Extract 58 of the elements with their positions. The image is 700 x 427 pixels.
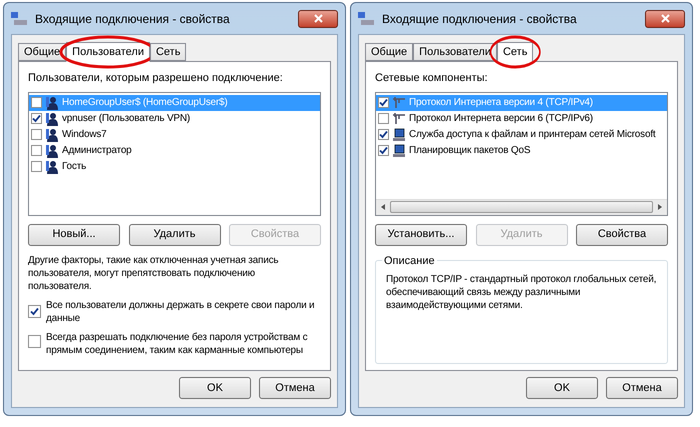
checkbox[interactable]	[378, 113, 389, 124]
window-title: Входящие подключения - свойства	[35, 10, 231, 28]
checkbox[interactable]	[378, 97, 389, 108]
close-icon	[660, 14, 670, 23]
dialog-button[interactable]: Новый...	[28, 224, 120, 246]
dialog-button[interactable]: Отмена	[259, 377, 331, 399]
close-button[interactable]	[298, 10, 338, 28]
checkbox[interactable]	[31, 145, 42, 156]
checkbox-label: Все пользователи должны держать в секрете свои пароли и данные	[46, 298, 316, 324]
checkbox[interactable]	[31, 129, 42, 140]
list-item[interactable]: Протокол Интернета версии 6 (TCP/IPv6)	[376, 110, 667, 126]
list-item[interactable]: Гость	[29, 158, 320, 174]
dialog-button[interactable]: Отмена	[606, 377, 678, 399]
tab[interactable]: Сеть	[496, 42, 534, 62]
user-icon	[45, 128, 59, 142]
checkbox[interactable]	[378, 129, 389, 140]
horizontal-scrollbar[interactable]	[376, 198, 667, 214]
dialog-button[interactable]: Установить...	[375, 224, 467, 246]
checkbox-label: Всегда разрешать подключение без пароля устройствам с прямым соединением, таким как карманные компьютеры	[46, 330, 308, 356]
network-protocol-icon	[392, 112, 406, 126]
checkbox[interactable]	[28, 304, 41, 318]
window-app-icon	[11, 12, 27, 26]
user-icon	[45, 160, 59, 174]
computer-icon	[392, 128, 406, 142]
tab[interactable]: Сеть	[150, 43, 186, 61]
list-item[interactable]: Администратор	[29, 142, 320, 158]
dialog-button[interactable]: OK	[526, 377, 598, 399]
window-title: Входящие подключения - свойства	[382, 10, 578, 28]
close-icon	[314, 14, 322, 23]
user-icon	[45, 112, 59, 126]
description-text: Протокол TCP/IP - стандартный протокол глобальных сетей, обеспечивающий связь между различными взаимодействующими сетями.	[386, 272, 657, 312]
checkbox[interactable]	[28, 334, 41, 348]
dialog-button[interactable]: Удалить	[128, 224, 220, 246]
tab[interactable]: Пользователи	[66, 42, 150, 62]
tab[interactable]: Общие	[365, 43, 414, 61]
tab[interactable]: Общие	[18, 43, 66, 61]
checkbox[interactable]	[31, 161, 42, 172]
dialog-button[interactable]: Свойства	[576, 224, 668, 246]
list-label: Сетевые компоненты:	[375, 71, 489, 86]
list-item[interactable]: vpnuser (Пользователь VPN)	[29, 110, 320, 126]
info-text: Другие факторы, такие как отключенная учетная запись пользователя, могут препятствовать подключению пользователя.	[28, 254, 280, 292]
check-icon	[32, 114, 41, 123]
list-item[interactable]: Планировщик пакетов QoS	[376, 142, 667, 158]
check-icon	[379, 98, 388, 107]
computer-icon	[392, 144, 406, 158]
list-label: Пользователи, которым разрешено подключение:	[28, 71, 284, 86]
list-item[interactable]: Windows7	[29, 126, 320, 142]
checkbox[interactable]	[378, 145, 389, 156]
window-app-icon	[358, 12, 374, 26]
list-item[interactable]: Служба доступа к файлам и принтерам сетей Microsoft	[376, 126, 667, 142]
checkbox[interactable]	[31, 97, 42, 108]
check-icon	[30, 306, 39, 316]
checkbox[interactable]	[31, 113, 42, 124]
close-button[interactable]	[645, 10, 685, 28]
network-protocol-icon	[392, 96, 406, 110]
user-icon	[45, 96, 59, 110]
dialog-button[interactable]: OK	[179, 377, 251, 399]
user-icon	[45, 144, 59, 158]
